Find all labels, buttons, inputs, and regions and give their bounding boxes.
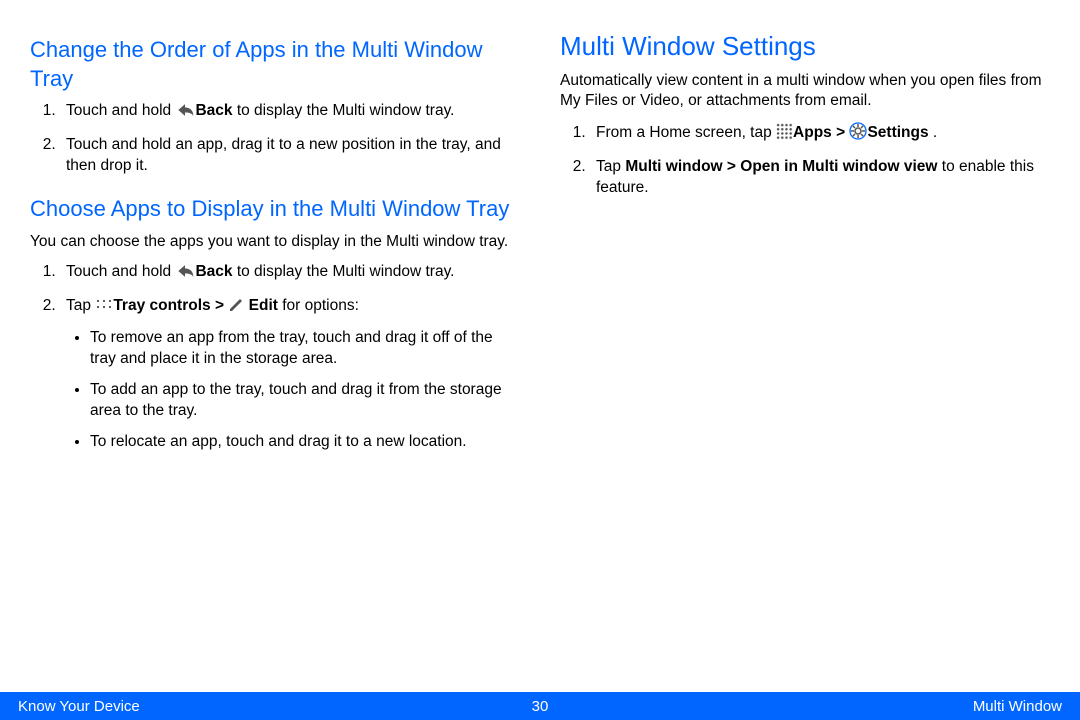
step: Touch and hold Back to display the Multi…: [60, 262, 520, 286]
footer-left: Know Your Device: [18, 698, 140, 715]
right-column: Multi Window Settings Automatically view…: [560, 30, 1050, 690]
bullet: To relocate an app, touch and drag it to…: [90, 432, 520, 453]
step: Touch and hold Back to display the Multi…: [60, 101, 520, 125]
text: Touch and hold: [66, 102, 175, 119]
steps-choose-apps: Touch and hold Back to display the Multi…: [30, 262, 520, 452]
step: Tap Multi window > Open in Multi window …: [590, 157, 1050, 199]
apps-icon: [776, 123, 793, 140]
intro-text: Automatically view content in a multi wi…: [560, 71, 1050, 113]
text: to display the Multi window tray.: [233, 263, 455, 280]
step: Touch and hold an app, drag it to a new …: [60, 135, 520, 177]
bullet: To remove an app from the tray, touch an…: [90, 328, 520, 370]
footer-bar: Know Your Device 30 Multi Window: [0, 692, 1080, 720]
label-settings: Settings: [867, 124, 928, 141]
settings-icon: [849, 122, 867, 147]
label-edit: Edit: [244, 297, 278, 314]
back-icon: [175, 263, 195, 286]
text: Touch and hold: [66, 263, 175, 280]
heading-choose-apps: Choose Apps to Display in the Multi Wind…: [30, 195, 520, 224]
text: to display the Multi window tray.: [233, 102, 455, 119]
edit-icon: [228, 297, 244, 320]
label-multiwindow: Multi window > Open in Multi window view: [625, 158, 937, 175]
step: From a Home screen, tap Apps > Settings …: [590, 122, 1050, 147]
tray-controls-icon: [95, 298, 113, 312]
text: Tap: [66, 297, 95, 314]
steps-change-order: Touch and hold Back to display the Multi…: [30, 101, 520, 177]
footer-right: Multi Window: [973, 698, 1062, 715]
steps-settings: From a Home screen, tap Apps > Settings …: [560, 122, 1050, 199]
bullet: To add an app to the tray, touch and dra…: [90, 380, 520, 422]
heading-change-order: Change the Order of Apps in the Multi Wi…: [30, 36, 520, 93]
text: From a Home screen, tap: [596, 124, 776, 141]
heading-settings: Multi Window Settings: [560, 30, 1050, 63]
left-column: Change the Order of Apps in the Multi Wi…: [30, 30, 520, 690]
page-number: 30: [532, 698, 549, 715]
text: Tap: [596, 158, 625, 175]
label-back: Back: [195, 102, 232, 119]
back-icon: [175, 102, 195, 125]
label-apps: Apps >: [793, 124, 849, 141]
step: Tap Tray controls > Edit for options: To…: [60, 296, 520, 453]
sub-bullets: To remove an app from the tray, touch an…: [66, 328, 520, 453]
label-tray-controls: Tray controls >: [113, 297, 228, 314]
text: for options:: [278, 297, 359, 314]
page-content: Change the Order of Apps in the Multi Wi…: [0, 0, 1080, 690]
intro-text: You can choose the apps you want to disp…: [30, 232, 520, 253]
text: .: [929, 124, 938, 141]
label-back: Back: [195, 263, 232, 280]
